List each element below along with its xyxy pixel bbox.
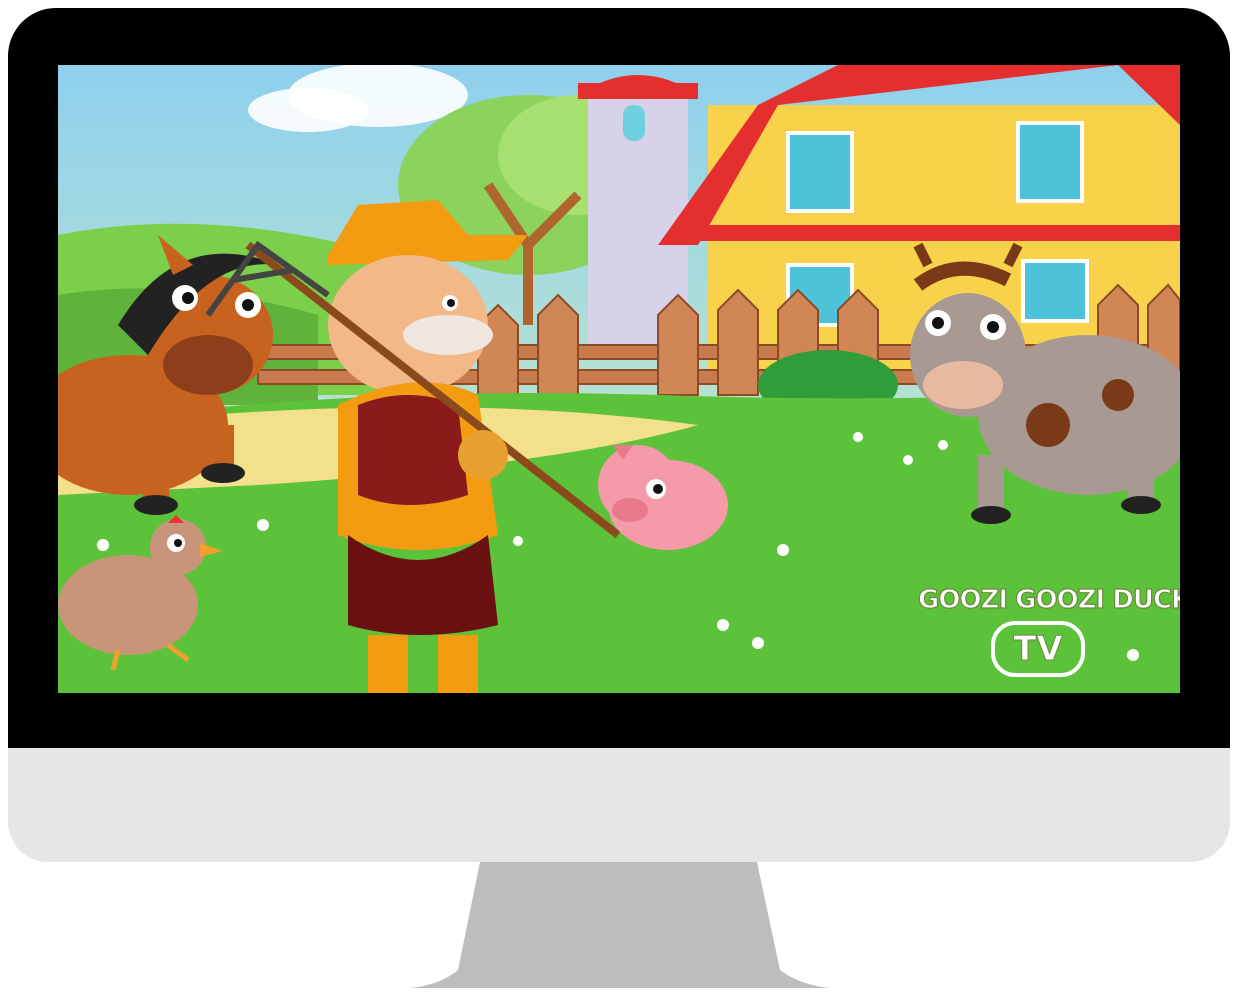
monitor-stand — [410, 862, 830, 988]
